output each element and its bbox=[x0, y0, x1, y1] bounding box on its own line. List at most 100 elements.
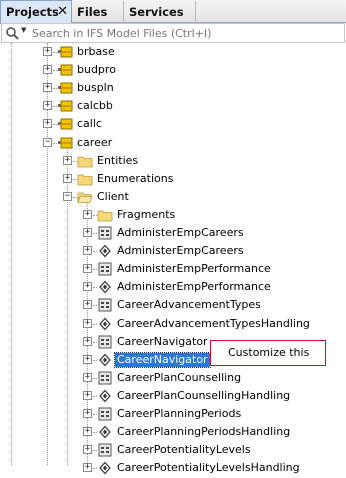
tree-item-label: CareerPotentialityLevels bbox=[117, 443, 251, 457]
search-box: ▼ bbox=[1, 23, 345, 43]
expand-toggle-icon[interactable]: + bbox=[83, 264, 92, 274]
projection-file-icon bbox=[97, 389, 113, 403]
tree-item-label: callc bbox=[77, 117, 102, 131]
tree-item[interactable]: + CareerPotentialityLevels bbox=[0, 441, 346, 459]
tree-item[interactable]: + Enumerations bbox=[0, 170, 346, 188]
tree-item[interactable]: + AdministerEmpCareers bbox=[0, 242, 346, 260]
chevron-down-icon[interactable]: ▼ bbox=[21, 26, 26, 34]
projection-file-icon bbox=[97, 461, 113, 475]
tree-item-label: career bbox=[77, 135, 113, 149]
expand-toggle-icon[interactable]: + bbox=[83, 336, 92, 346]
client-file-icon bbox=[97, 262, 113, 276]
tree-item-label: brbase bbox=[77, 45, 115, 58]
tree-item-label: CareerPlanCounsellingHandling bbox=[117, 388, 291, 402]
expand-toggle-icon[interactable]: + bbox=[83, 445, 92, 455]
expand-toggle-icon[interactable]: + bbox=[43, 83, 52, 93]
tree-item[interactable]: + AdministerEmpPerformance bbox=[0, 278, 346, 296]
expand-toggle-icon[interactable]: + bbox=[63, 173, 72, 183]
tree-item[interactable]: + CareerAdvancementTypes bbox=[0, 296, 346, 314]
package-icon bbox=[57, 136, 73, 150]
expand-toggle-icon[interactable]: + bbox=[83, 318, 92, 328]
tree-item-label: CareerAdvancementTypesHandling bbox=[117, 316, 310, 330]
tree-item-label: AdministerEmpPerformance bbox=[117, 280, 271, 294]
tab-projects-label: Projects bbox=[6, 5, 59, 19]
tab-projects[interactable]: Projects ✕ bbox=[0, 0, 72, 24]
expand-toggle-icon[interactable]: + bbox=[83, 409, 92, 418]
expand-toggle-icon[interactable]: + bbox=[43, 101, 52, 111]
expand-toggle-icon[interactable]: + bbox=[43, 119, 52, 129]
package-icon bbox=[57, 99, 73, 113]
expand-toggle-icon[interactable]: + bbox=[63, 155, 72, 165]
expand-toggle-icon[interactable]: + bbox=[83, 246, 92, 256]
collapse-toggle-icon[interactable]: − bbox=[43, 137, 52, 147]
expand-toggle-icon[interactable]: + bbox=[83, 282, 92, 292]
expand-toggle-icon[interactable]: + bbox=[43, 65, 52, 75]
folder-icon bbox=[77, 172, 93, 186]
project-tree: + brbase + budpro + buspln + calcbb + callc − caree… bbox=[0, 43, 346, 475]
tree-item-label: Client bbox=[97, 189, 129, 203]
tree-item[interactable]: + AdministerEmpCareers bbox=[0, 224, 346, 242]
tree-item[interactable]: − career bbox=[0, 134, 346, 152]
tree-item[interactable]: − Client bbox=[0, 188, 346, 206]
tree-item-label: AdministerEmpPerformance bbox=[117, 262, 271, 276]
tree-item[interactable]: + CareerAdvancementTypesHandling bbox=[0, 315, 346, 333]
expand-toggle-icon[interactable]: + bbox=[43, 47, 52, 56]
tree-item[interactable]: + callc bbox=[0, 115, 346, 133]
projection-file-icon bbox=[97, 425, 113, 439]
folder-icon bbox=[77, 154, 93, 168]
tree-item-label: buspln bbox=[77, 81, 114, 95]
client-file-icon bbox=[97, 407, 113, 421]
tree-item[interactable]: + buspln bbox=[0, 79, 346, 97]
tree-item-label: CareerPlanCounselling bbox=[117, 370, 242, 384]
projection-file-icon bbox=[97, 353, 113, 367]
tree-item[interactable]: + CareerPlanningPeriodsHandling bbox=[0, 423, 346, 441]
tree-item-label: Fragments bbox=[117, 207, 176, 221]
tree-item-label: CareerAdvancementTypes bbox=[117, 298, 261, 312]
close-icon[interactable]: ✕ bbox=[57, 1, 68, 23]
tree-item[interactable]: + CareerPlanCounsellingHandling bbox=[0, 387, 346, 405]
tree-item-label: CareerPotentialityLevelsHandling bbox=[117, 461, 300, 475]
expand-toggle-icon[interactable]: + bbox=[83, 300, 92, 310]
tree-item[interactable]: + brbase bbox=[0, 43, 346, 61]
tree-item-label: Enumerations bbox=[97, 171, 174, 185]
tree-item[interactable]: + Entities bbox=[0, 152, 346, 170]
package-icon bbox=[57, 117, 73, 131]
projection-file-icon bbox=[97, 317, 113, 331]
tree-item[interactable]: + budpro bbox=[0, 61, 346, 79]
tree-item-label: CareerNavigator bbox=[114, 351, 211, 368]
package-icon bbox=[57, 81, 73, 95]
folder-open-icon bbox=[77, 190, 93, 204]
tree-item-label: CareerPlanningPeriods bbox=[117, 407, 242, 420]
tree-item[interactable]: + AdministerEmpPerformance bbox=[0, 260, 346, 278]
search-input[interactable] bbox=[32, 25, 332, 41]
tab-services-label: Services bbox=[129, 5, 184, 19]
package-icon bbox=[57, 45, 73, 59]
tree-item-label: Entities bbox=[97, 153, 139, 167]
projection-file-icon bbox=[97, 280, 113, 294]
client-file-icon bbox=[97, 298, 113, 312]
tree-item-label: budpro bbox=[77, 63, 116, 77]
tree-item-label: CareerNavigator bbox=[117, 334, 208, 348]
package-icon bbox=[57, 63, 73, 77]
client-file-icon bbox=[97, 226, 113, 240]
search-icon[interactable] bbox=[5, 26, 21, 40]
projection-file-icon bbox=[97, 244, 113, 258]
tab-files-label: Files bbox=[77, 5, 108, 19]
expand-toggle-icon[interactable]: + bbox=[83, 354, 92, 364]
tree-item[interactable]: + CareerPlanningPeriods bbox=[0, 405, 346, 423]
tab-services[interactable]: Services bbox=[124, 1, 196, 23]
tree-item-label: AdministerEmpCareers bbox=[117, 244, 244, 258]
collapse-toggle-icon[interactable]: − bbox=[63, 191, 72, 201]
folder-icon bbox=[97, 208, 113, 222]
expand-toggle-icon[interactable]: + bbox=[83, 372, 92, 382]
expand-toggle-icon[interactable]: + bbox=[83, 427, 92, 437]
tree-item[interactable]: + CareerPlanCounselling bbox=[0, 369, 346, 387]
tree-item[interactable]: + CareerPotentialityLevelsHandling bbox=[0, 459, 346, 477]
expand-toggle-icon[interactable]: + bbox=[83, 209, 92, 219]
tree-item[interactable]: + calcbb bbox=[0, 97, 346, 115]
tree-item[interactable]: + Fragments bbox=[0, 206, 346, 224]
tab-bar: Projects ✕ Files Services bbox=[0, 0, 346, 24]
tab-files[interactable]: Files bbox=[72, 1, 124, 23]
expand-toggle-icon[interactable]: + bbox=[83, 390, 92, 400]
expand-toggle-icon[interactable]: + bbox=[83, 228, 92, 237]
